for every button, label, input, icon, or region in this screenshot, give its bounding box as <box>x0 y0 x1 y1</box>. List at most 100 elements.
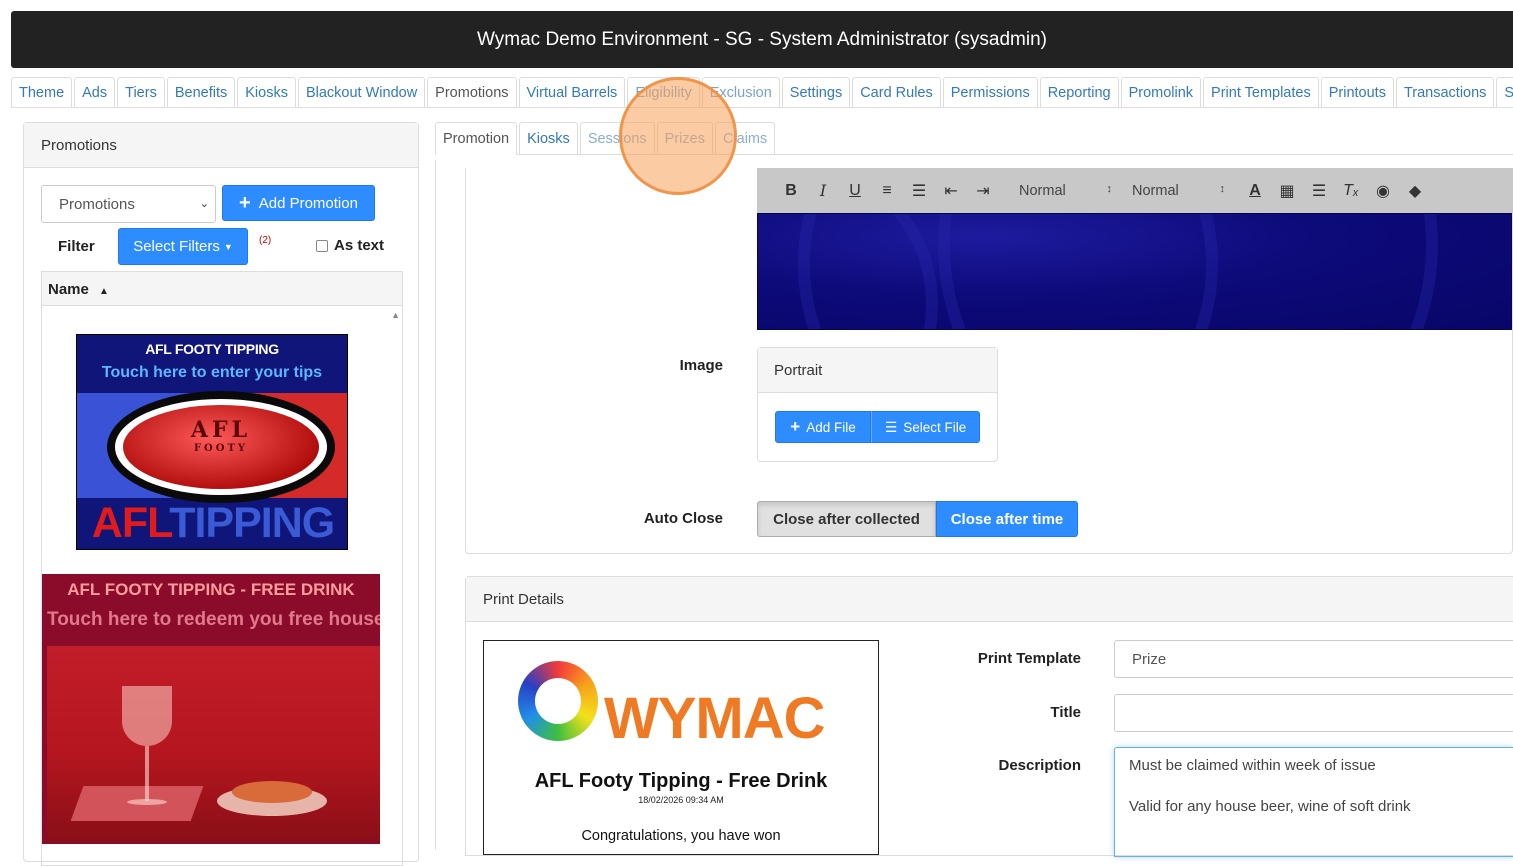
subtab-prizes[interactable]: Prizes <box>656 122 713 155</box>
subtab-promotion[interactable]: Promotion <box>435 122 518 155</box>
app-title: Wymac Demo Environment - SG - System Adm… <box>477 28 1047 50</box>
tab-theme[interactable]: Theme <box>11 77 73 107</box>
tab-transactions[interactable]: Transactions <box>1395 77 1495 107</box>
tab-eligibility[interactable]: Eligibility <box>627 77 700 107</box>
close-after-collected-button[interactable]: Close after collected <box>757 501 936 537</box>
tab-print-templates[interactable]: Print Templates <box>1203 77 1319 107</box>
plus-icon: + <box>790 417 801 436</box>
nuts-shape <box>232 781 312 803</box>
tab-tiers[interactable]: Tiers <box>117 77 165 107</box>
subtab-kiosks[interactable]: Kiosks <box>519 122 578 155</box>
print-template-select[interactable]: Prize <box>1114 640 1513 678</box>
underline-button[interactable]: U <box>839 182 871 200</box>
tab-printouts[interactable]: Printouts <box>1320 77 1394 107</box>
swirl-hole <box>535 678 581 724</box>
ticket-preview: WYMAC AFL Footy Tipping - Free Drink 18/… <box>483 640 879 855</box>
select-filters-label: Select Filters <box>133 238 220 255</box>
promotion-sub-tabs: Promotion Kiosks Sessions Prizes Claims <box>435 122 1513 155</box>
image-box-title: Portrait <box>758 348 997 393</box>
tab-signalr[interactable]: SignalR <box>1496 77 1513 107</box>
promotions-panel-title: Promotions <box>24 123 418 168</box>
list-item[interactable]: AFL FOOTY TIPPING - FREE DRINK Touch her… <box>42 574 380 844</box>
align-icon[interactable]: ☰ <box>1303 181 1335 201</box>
description-textarea[interactable]: Must be claimed within week of issue Val… <box>1114 747 1513 857</box>
description-label: Description <box>998 757 1081 774</box>
image-upload-box: Portrait + Add File ☰ Select File <box>757 347 998 462</box>
close-after-time-button[interactable]: Close after time <box>936 501 1078 537</box>
tab-ads[interactable]: Ads <box>74 77 116 107</box>
add-promotion-label: Add Promotion <box>258 194 358 212</box>
ticket-title: AFL Footy Tipping - Free Drink <box>534 770 828 792</box>
filter-label: Filter <box>58 238 95 255</box>
size-select-value: Normal <box>1019 182 1066 199</box>
as-text-checkbox[interactable] <box>316 239 328 252</box>
italic-button[interactable]: I <box>807 181 839 200</box>
list-item[interactable]: AFL FOOTY TIPPING Touch here to enter yo… <box>76 334 348 550</box>
ordered-list-icon[interactable]: ≡ <box>871 182 903 200</box>
caret-down-icon: ▼ <box>223 241 233 252</box>
ball-subtext: FOOTY <box>193 443 249 454</box>
promotions-panel: Promotions Promotions ⌄ + Add Promotion … <box>23 122 419 866</box>
text-color-icon[interactable]: A <box>1239 182 1271 200</box>
banner-arc <box>938 214 1438 329</box>
description-line: Valid for any house beer, wine of soft d… <box>1129 798 1411 815</box>
tab-promotions[interactable]: Promotions <box>427 77 517 107</box>
plus-icon: + <box>239 191 251 214</box>
add-promotion-button[interactable]: + Add Promotion <box>222 185 375 221</box>
tab-card-rules[interactable]: Card Rules <box>852 77 941 107</box>
print-details-title: Print Details <box>466 577 1513 622</box>
tab-promolink[interactable]: Promolink <box>1120 77 1202 107</box>
image-label: Image <box>679 357 723 374</box>
font-select[interactable]: Normal ↕ <box>1126 183 1239 199</box>
bold-button[interactable]: B <box>775 182 807 200</box>
wymac-logo: WYMAC <box>518 661 838 751</box>
tab-exclusion[interactable]: Exclusion <box>701 77 780 107</box>
ball-text: AFL <box>190 417 252 443</box>
title-label: Title <box>1050 704 1081 721</box>
subtab-sessions[interactable]: Sessions <box>579 122 655 155</box>
promotions-select[interactable]: Promotions ⌄ <box>41 185 216 223</box>
size-select[interactable]: Normal ↕ <box>1013 183 1126 199</box>
tab-reporting[interactable]: Reporting <box>1039 77 1119 107</box>
promo-line-1: AFL FOOTY TIPPING - FREE DRINK <box>67 580 355 599</box>
tab-kiosks[interactable]: Kiosks <box>237 77 296 107</box>
clear-format-icon[interactable]: Tₓ <box>1335 182 1367 200</box>
chevron-down-icon: ⌄ <box>199 198 209 210</box>
glass-stem-shape <box>145 746 149 801</box>
tab-blackout-window[interactable]: Blackout Window <box>297 77 426 107</box>
tab-settings[interactable]: Settings <box>781 77 851 107</box>
tab-permissions[interactable]: Permissions <box>942 77 1038 107</box>
scroll-up-icon[interactable]: ▲ <box>391 310 400 320</box>
eye-icon[interactable]: ◉ <box>1367 181 1399 201</box>
list-icon: ☰ <box>884 418 898 435</box>
tag-icon[interactable]: ◆ <box>1399 181 1431 201</box>
font-select-value: Normal <box>1132 182 1179 199</box>
drink-photo <box>47 646 380 841</box>
select-file-button[interactable]: ☰ Select File <box>871 411 980 443</box>
description-line: Must be claimed within week of issue <box>1129 757 1376 774</box>
wine-glass-shape <box>122 686 172 746</box>
auto-close-toggle: Close after collected Close after time <box>757 501 1078 537</box>
name-column-header[interactable]: Name ▲ <box>41 271 403 306</box>
tab-benefits[interactable]: Benefits <box>166 77 236 107</box>
ticket-message: Congratulations, you have won <box>581 828 781 844</box>
app-title-bar: Wymac Demo Environment - SG - System Adm… <box>11 11 1513 68</box>
background-color-icon[interactable]: ▦ <box>1271 181 1303 201</box>
as-text-toggle[interactable]: As text <box>316 237 384 254</box>
promo-line-2: Touch here to redeem you free house d <box>47 609 380 630</box>
select-filters-button[interactable]: Select Filters ▼ <box>118 228 248 265</box>
promotion-banner-image <box>757 213 1512 330</box>
glass-base-shape <box>127 799 167 805</box>
bullet-list-icon[interactable]: ☰ <box>903 181 935 201</box>
indent-icon[interactable]: ⇥ <box>967 181 999 201</box>
outdent-icon[interactable]: ⇤ <box>935 181 967 201</box>
print-template-label: Print Template <box>977 650 1081 667</box>
tab-virtual-barrels[interactable]: Virtual Barrels <box>518 77 626 107</box>
subtab-claims[interactable]: Claims <box>714 122 776 155</box>
auto-close-label: Auto Close <box>643 510 723 527</box>
add-file-button[interactable]: + Add File <box>775 411 871 443</box>
big-text-red: AFL <box>91 499 170 547</box>
main-tabs: Theme Ads Tiers Benefits Kiosks Blackout… <box>11 77 1513 108</box>
title-input[interactable] <box>1114 694 1513 732</box>
select-file-label: Select File <box>903 419 967 435</box>
